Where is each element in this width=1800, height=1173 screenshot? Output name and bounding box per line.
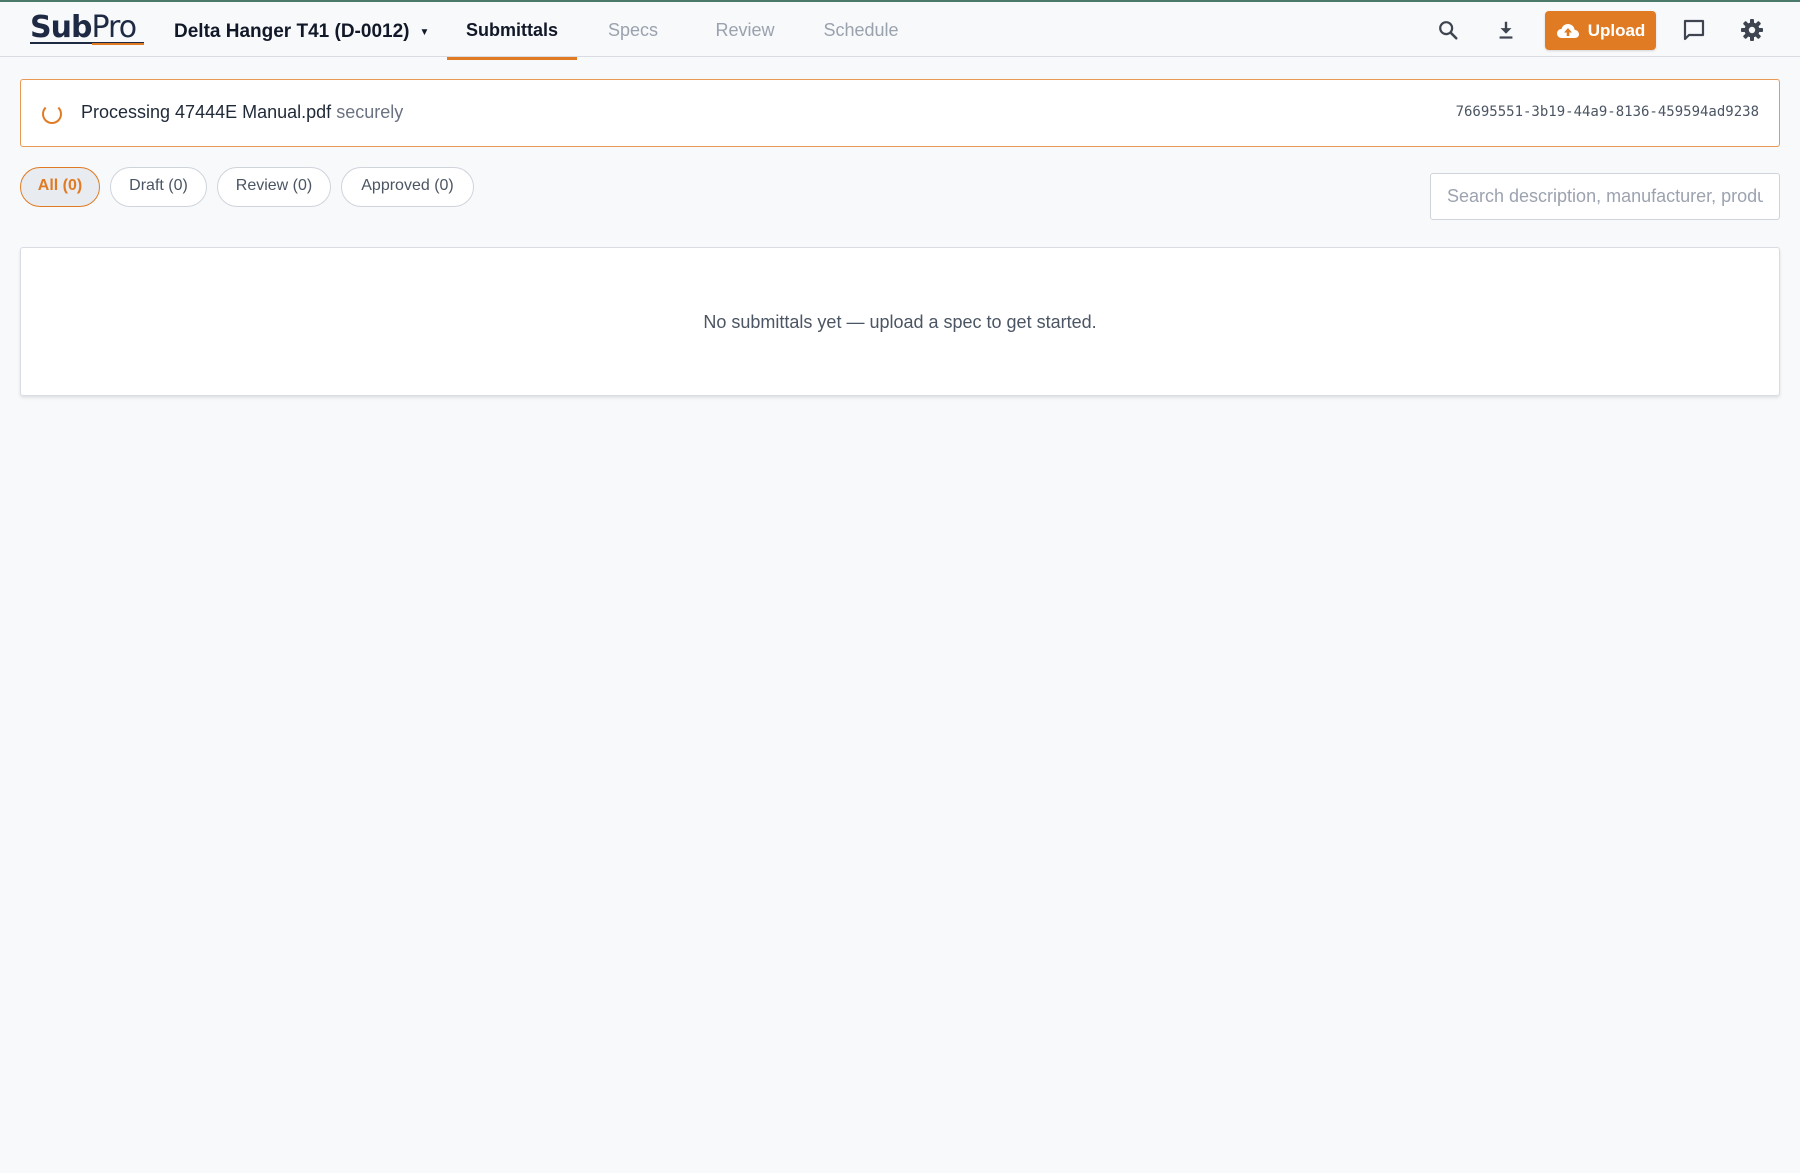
submittals-list: No submittals yet — upload a spec to get… [20,247,1780,396]
tab-submittals[interactable]: Submittals [447,6,577,60]
processing-banner: Processing 47444E Manual.pdf securely 76… [20,79,1780,147]
job-id: 76695551-3b19-44a9-8136-459594ad9238 [1455,104,1759,120]
upload-label: Upload [1587,20,1646,40]
filter-review[interactable]: Review (0) [217,167,331,207]
processing-file: Processing 47444E Manual.pdf [81,102,332,122]
caret-down-icon: ▼ [419,26,430,38]
filter-draft[interactable]: Draft (0) [110,167,207,207]
download-icon [1499,21,1513,39]
upload-button[interactable]: Upload [1545,11,1656,50]
settings-button[interactable] [1736,14,1768,46]
search-icon [1439,21,1458,40]
project-name: Delta Hanger T41 (D-0012) [174,21,410,42]
filter-all[interactable]: All (0) [20,167,100,207]
processing-message: Processing 47444E Manual.pdf securely [81,102,403,123]
filter-approved[interactable]: Approved (0) [341,167,474,207]
download-button[interactable] [1490,14,1522,46]
search-button[interactable] [1432,14,1464,46]
chat-icon [1683,19,1705,41]
top-navbar: SubPro Delta Hanger T41 (D-0012) ▼ Submi… [0,2,1800,60]
cloud-upload-icon [1556,23,1579,38]
logo-sub: Sub [30,10,92,45]
logo-underline-accent [92,43,144,45]
search-input[interactable] [1430,173,1780,220]
logo-pro: Pro [91,10,137,45]
processing-status: securely [336,102,404,122]
empty-state-message: No submittals yet — upload a spec to get… [703,312,1097,332]
chat-button[interactable] [1678,14,1710,46]
tab-review[interactable]: Review [708,6,782,59]
spinner-icon [42,104,62,124]
tab-specs[interactable]: Specs [598,6,668,59]
gear-icon [1741,19,1763,41]
tab-schedule[interactable]: Schedule [816,6,906,59]
project-selector[interactable]: Delta Hanger T41 (D-0012) ▼ [174,20,429,44]
